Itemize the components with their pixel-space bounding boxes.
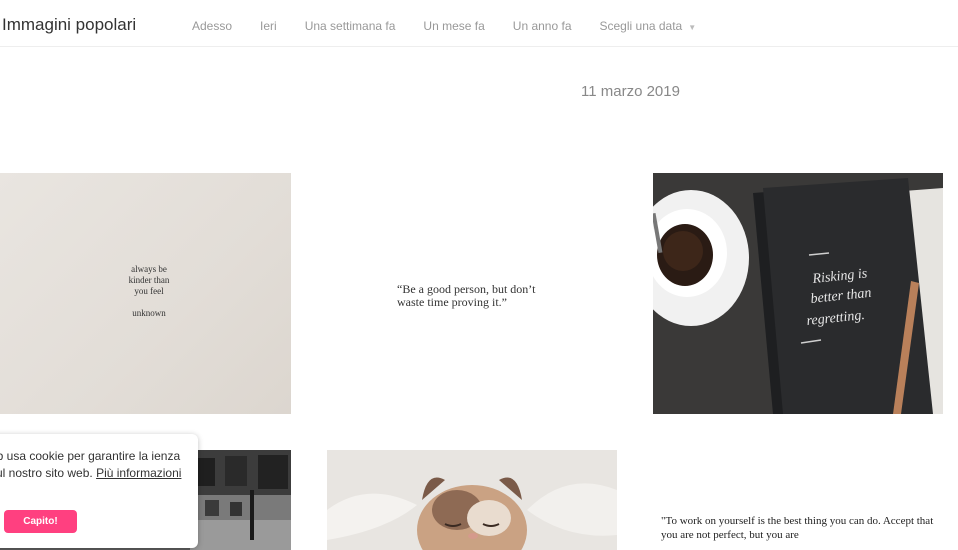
nav-now[interactable]: Adesso	[192, 19, 232, 33]
notebook-coffee-photo: Risking is better than regretting.	[653, 173, 943, 414]
chevron-down-icon: ▼	[688, 23, 697, 32]
image-tile-notebook-coffee[interactable]: Risking is better than regretting.	[653, 173, 943, 414]
image-tile-paper-quote[interactable]: always be kinder than you feel unknown	[0, 173, 291, 414]
cookie-message: eb usa cookie per garantire la ienza sul…	[0, 449, 182, 480]
site-title[interactable]: Immagini popolari	[2, 15, 136, 35]
date-heading: 11 marzo 2019	[581, 83, 680, 100]
quote-text: "To work on yourself is the best thing y…	[661, 515, 934, 541]
image-tile-work-quote[interactable]: "To work on yourself is the best thing y…	[653, 450, 943, 550]
nav-choose-date[interactable]: Scegli una data ▼	[600, 19, 697, 33]
paper-quote-text: always be kinder than you feel unknown	[128, 264, 170, 318]
nav-yesterday[interactable]: Ieri	[260, 19, 277, 33]
top-bar: Immagini popolari Adesso Ieri Una settim…	[0, 0, 958, 47]
nav-week-ago[interactable]: Una settimana fa	[305, 19, 396, 33]
accept-cookies-button[interactable]: Capito!	[4, 510, 77, 533]
cookie-banner: eb usa cookie per garantire la ienza sul…	[0, 434, 198, 548]
image-tile-good-person-quote[interactable]: “Be a good person, but don’t waste time …	[327, 173, 617, 414]
image-tile-sleeping-cat[interactable]	[327, 450, 617, 550]
time-filter-nav: Adesso Ieri Una settimana fa Un mese fa …	[192, 19, 724, 33]
nav-month-ago[interactable]: Un mese fa	[423, 19, 484, 33]
sleeping-cat-photo	[327, 450, 617, 550]
nav-year-ago[interactable]: Un anno fa	[513, 19, 572, 33]
quote-text: “Be a good person, but don’t waste time …	[397, 282, 536, 309]
more-info-link[interactable]: Più informazioni	[96, 466, 181, 480]
